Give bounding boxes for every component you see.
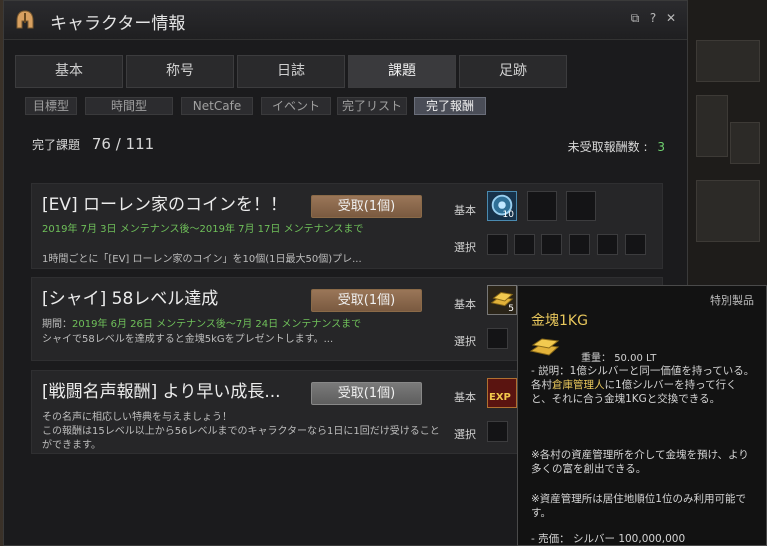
reward-period: 期間：2019年 6月 26日 メンテナンス後～7月 24日 メンテナンスまで bbox=[42, 319, 362, 330]
tab-basic[interactable]: 基本 bbox=[15, 55, 123, 88]
select-slot[interactable] bbox=[487, 234, 508, 255]
reward-desc: この報酬は15レベル以上から56レベルまでのキャラクターなら1日に1回だけ受ける… bbox=[42, 426, 440, 451]
tooltip-item-name: 金塊1KG bbox=[531, 313, 588, 329]
exp-icon[interactable]: EXP bbox=[487, 378, 517, 408]
tab-journal[interactable]: 日誌 bbox=[237, 55, 345, 88]
reward-desc: 1時間ごとに「[EV] ローレン家のコイン」を10個(1日最大50個)プレ... bbox=[42, 254, 362, 265]
basic-label: 基本 bbox=[454, 204, 476, 217]
tooltip-note-green: ※資産管理所は居住地順位1位のみ利用可能です。 bbox=[531, 493, 746, 519]
help-icon[interactable]: ? bbox=[646, 11, 660, 25]
item-tooltip: 特別製品 金塊1KG 重量： 50.00 LT - 説明：1億シルバーと同一価値… bbox=[517, 285, 767, 546]
window-title: キャラクター情報 bbox=[50, 14, 186, 34]
unclaimed-count: 3 bbox=[657, 140, 665, 154]
subtab-completed-list[interactable]: 完了リスト bbox=[337, 97, 407, 115]
claim-button[interactable]: 受取(1個) bbox=[311, 289, 422, 312]
select-label: 選択 bbox=[454, 335, 476, 348]
helmet-icon bbox=[16, 10, 34, 29]
tab-challenges[interactable]: 課題 bbox=[348, 55, 456, 88]
title-bar[interactable]: キャラクター情報 ⧉ ? ✕ bbox=[4, 1, 687, 40]
coin-icon[interactable]: 10 bbox=[487, 191, 517, 221]
restore-icon[interactable]: ⧉ bbox=[628, 11, 642, 26]
select-slot[interactable] bbox=[541, 234, 562, 255]
reward-period: 2019年 7月 3日 メンテナンス後～2019年 7月 17日 メンテナンスま… bbox=[42, 224, 364, 235]
tab-footprints[interactable]: 足跡 bbox=[459, 55, 567, 88]
reward-title: [戦闘名声報酬] より早い成長... bbox=[42, 382, 281, 402]
completed-count: 76 / 111 bbox=[91, 135, 155, 153]
select-label: 選択 bbox=[454, 241, 476, 254]
reward-slot[interactable] bbox=[527, 191, 557, 221]
completed-summary: 完了課題 76 / 111 bbox=[32, 135, 154, 153]
completed-label: 完了課題 bbox=[32, 138, 81, 152]
claim-button[interactable]: 受取(1個) bbox=[311, 382, 422, 405]
tooltip-weight: 重量： 50.00 LT bbox=[581, 353, 657, 364]
gold-bar-icon[interactable]: 5 bbox=[487, 285, 517, 315]
reward-row: [EV] ローレン家のコインを！！ 受取(1個) 2019年 7月 3日 メンテ… bbox=[31, 183, 663, 269]
tooltip-category: 特別製品 bbox=[710, 294, 754, 307]
reward-slot[interactable] bbox=[566, 191, 596, 221]
select-slot[interactable] bbox=[625, 234, 646, 255]
reward-desc: その名声に相応しい特典を与えましょう！ bbox=[42, 412, 232, 423]
subtab-event[interactable]: イベント bbox=[261, 97, 331, 115]
tooltip-note: ※各村の資産管理所を介して金塊を預け、より多くの富を創出できる。 bbox=[531, 449, 749, 475]
claim-button[interactable]: 受取(1個) bbox=[311, 195, 422, 218]
unclaimed-rewards: 未受取報酬数 : 3 bbox=[568, 138, 665, 155]
select-slot[interactable] bbox=[569, 234, 590, 255]
basic-label: 基本 bbox=[454, 298, 476, 311]
close-icon[interactable]: ✕ bbox=[664, 11, 678, 25]
basic-label: 基本 bbox=[454, 391, 476, 404]
subtab-time[interactable]: 時間型 bbox=[85, 97, 173, 115]
tooltip-price: - 売価： シルバー 100,000,000 bbox=[531, 533, 686, 545]
select-slot[interactable] bbox=[487, 328, 508, 349]
subtab-completed-rewards[interactable]: 完了報酬 bbox=[414, 97, 486, 115]
reward-title: [シャイ] 58レベル達成 bbox=[42, 289, 219, 309]
select-slot[interactable] bbox=[597, 234, 618, 255]
reward-title: [EV] ローレン家のコインを！！ bbox=[42, 195, 288, 215]
reward-desc: シャイで58レベルを達成すると金塊5kGをプレゼントします。... bbox=[42, 334, 334, 345]
subtab-netcafe[interactable]: NetCafe bbox=[181, 97, 253, 115]
select-slot[interactable] bbox=[487, 421, 508, 442]
subtab-goal[interactable]: 目標型 bbox=[25, 97, 77, 115]
tab-title[interactable]: 称号 bbox=[126, 55, 234, 88]
tooltip-description: - 説明：1億シルバーと同一価値を持っている。各村倉庫管理人に1億シルバーを持っ… bbox=[531, 365, 755, 405]
unclaimed-label: 未受取報酬数 bbox=[567, 140, 640, 154]
select-slot[interactable] bbox=[514, 234, 535, 255]
unclaimed-sep: : bbox=[643, 140, 648, 154]
gold-bar-icon bbox=[529, 338, 560, 356]
select-label: 選択 bbox=[454, 428, 476, 441]
